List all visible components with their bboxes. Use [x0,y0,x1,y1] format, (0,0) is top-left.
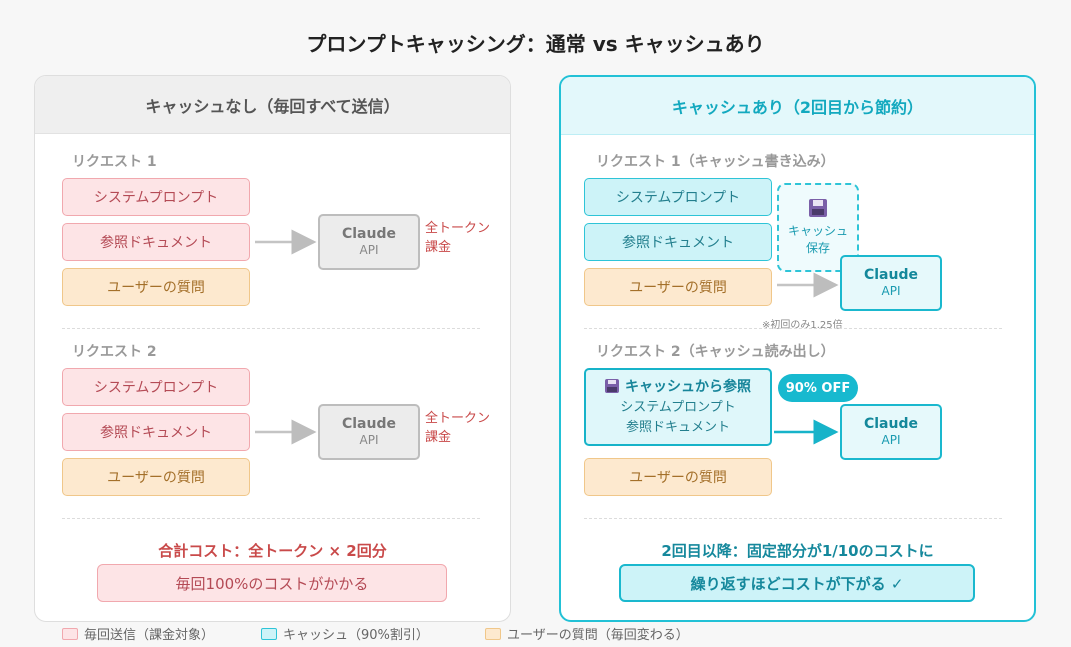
left-request2-label: リクエスト 2 [72,344,157,360]
right-r2-claude-api: Claude API [840,404,942,460]
left-r2-user-question: ユーザーの質問 [62,458,250,496]
cache-reference-line2: 参照ドキュメント [625,419,730,435]
api-subtitle: API [881,284,901,299]
right-summary-box: 繰り返すほどコストが下がる ✓ [619,564,975,602]
left-summary-box: 毎回100%のコストがかかる [97,564,447,602]
right-request1-label: リクエスト 1（キャッシュ書き込み） [596,154,835,170]
left-r2-reference-doc: 参照ドキュメント [62,413,250,451]
floppy-disk-icon [605,379,619,393]
api-subtitle: API [881,433,901,448]
no-cache-panel-header: キャッシュなし（毎回すべて送信） [35,76,510,134]
right-r1-reference-doc: 参照ドキュメント [584,223,772,261]
left-r1-reference-doc: 参照ドキュメント [62,223,250,261]
right-divider-2 [584,518,1002,519]
api-title: Claude [863,416,918,433]
cache-save-line1: キャッシュ [787,224,848,239]
discount-badge: 90% OFF [778,374,858,402]
left-r2-charge-note: 全トークン 課金 [425,410,490,448]
charge-line2: 課金 [425,429,452,445]
api-subtitle: API [359,243,379,258]
legend-swatch [62,627,78,640]
left-r2-system-prompt: システムプロンプト [62,368,250,406]
api-title: Claude [341,416,396,433]
legend-label: ユーザーの質問（毎回変わる） [507,628,689,643]
page-title: プロンプトキャッシング：通常 vs キャッシュあり [306,32,765,56]
cache-reference-line1: システムプロンプト [620,400,736,415]
legend-item-cache: キャッシュ（90%割引） [261,624,429,643]
legend-swatch [485,627,501,640]
cache-panel-header: キャッシュあり（2回目から節約） [561,77,1034,135]
left-request1-label: リクエスト 1 [72,154,157,170]
floppy-disk-icon [809,199,827,218]
left-r1-charge-note: 全トークン 課金 [425,220,490,258]
right-r1-user-question: ユーザーの質問 [584,268,772,306]
api-subtitle: API [359,433,379,448]
charge-line2: 課金 [425,239,452,255]
legend-swatch [261,627,277,640]
charge-line1: 全トークン [425,411,491,426]
cache-save-line2: 保存 [805,240,830,255]
charge-line1: 全トークン [425,221,491,236]
right-r2-user-question: ユーザーの質問 [584,458,772,496]
right-summary-title: 2回目以降：固定部分が1/10のコストに [661,542,934,560]
right-r1-system-prompt: システムプロンプト [584,178,772,216]
left-r2-claude-api: Claude API [318,404,420,460]
left-r1-system-prompt: システムプロンプト [62,178,250,216]
api-title: Claude [863,267,918,284]
left-summary-title: 合計コスト：全トークン × 2回分 [158,542,387,560]
legend-label: 毎回送信（課金対象） [84,628,215,643]
left-divider-1 [62,328,480,329]
api-title: Claude [341,226,396,243]
right-r1-claude-api: Claude API [840,255,942,311]
right-request2-label: リクエスト 2（キャッシュ読み出し） [596,344,835,360]
left-r1-claude-api: Claude API [318,214,420,270]
left-r1-user-question: ユーザーの質問 [62,268,250,306]
legend-label: キャッシュ（90%割引） [283,628,429,643]
cache-reference-box: キャッシュから参照 システムプロンプト 参照ドキュメント [584,368,772,446]
legend-item-question: ユーザーの質問（毎回変わる） [485,624,689,643]
left-divider-2 [62,518,480,519]
legend-item-charged: 毎回送信（課金対象） [62,624,214,643]
cache-reference-head: キャッシュから参照 [605,377,751,398]
right-divider-1 [584,328,1002,329]
